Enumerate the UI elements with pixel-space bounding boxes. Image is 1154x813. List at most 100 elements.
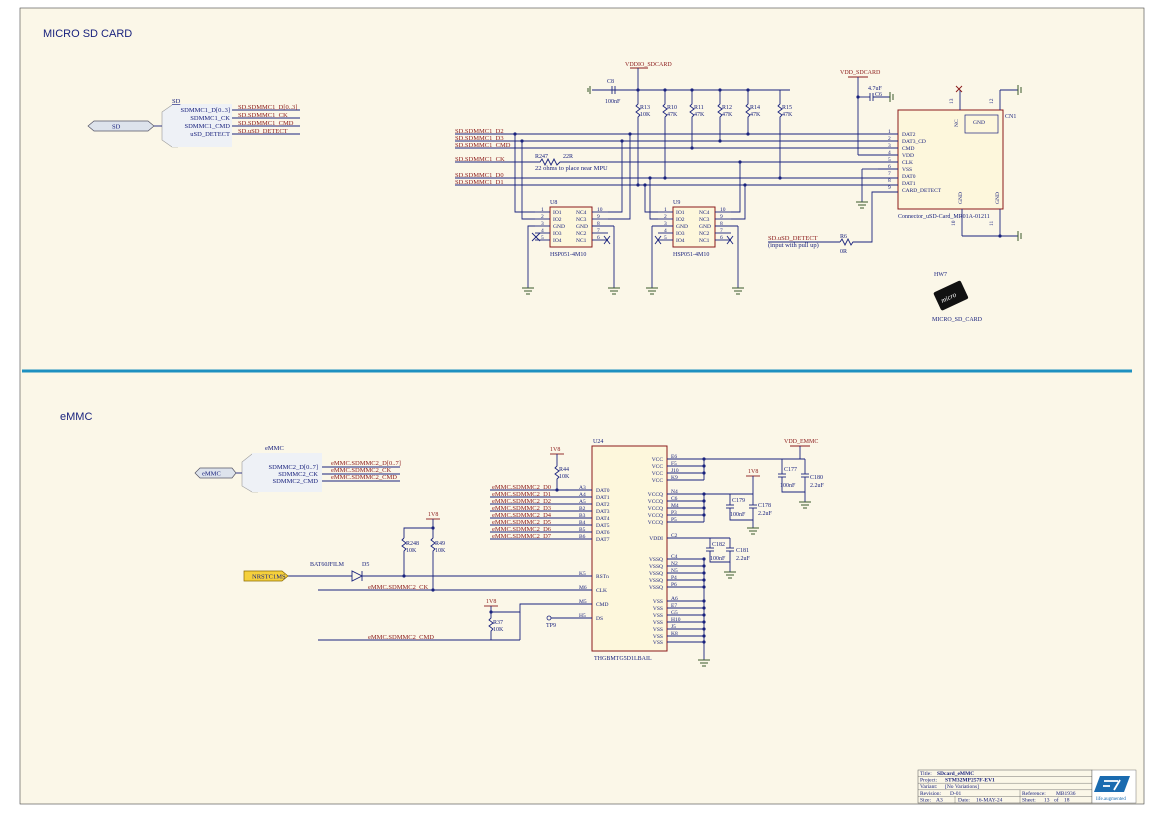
sd-block-pin-0: SDMMC1_D[0..3]	[181, 107, 230, 114]
sd-block-pin-2: SDMMC1_CMD	[184, 123, 230, 130]
emmc-block-title: eMMC	[265, 445, 284, 452]
svg-text:GND: GND	[699, 224, 711, 230]
svg-text:1V8: 1V8	[486, 599, 496, 605]
hw7-label: MICRO_SD_CARD	[932, 317, 983, 323]
svg-text:IO4: IO4	[676, 238, 685, 244]
svg-text:of: of	[1054, 796, 1059, 803]
svg-text:[No Variations]: [No Variations]	[945, 784, 979, 790]
u24-left-pin-2: DAT2	[596, 502, 610, 508]
cn1-part: Connector_uSD-Card_MR01A-01211	[898, 214, 990, 220]
cn1-gnd-bl: GND	[958, 192, 964, 204]
sd-block-net-3: SD.uSD_DETECT	[238, 128, 288, 135]
svg-text:GND: GND	[576, 224, 588, 230]
svg-text:IO3: IO3	[676, 231, 685, 237]
svg-text:C178: C178	[758, 503, 771, 509]
svg-text:12: 12	[989, 98, 995, 104]
svg-text:10K: 10K	[406, 548, 417, 554]
u8-part: HSP051-4M10	[550, 252, 586, 258]
svg-text:100nF: 100nF	[710, 556, 726, 562]
detect-net-note: (input with pull up)	[768, 242, 819, 249]
svg-text:CARD_DETECT: CARD_DETECT	[902, 188, 942, 194]
u24-right-pin-12: VSSQ	[649, 571, 663, 577]
svg-text:10K: 10K	[493, 627, 504, 633]
svg-text:IO2: IO2	[676, 217, 685, 223]
svg-text:NC1: NC1	[699, 238, 710, 244]
title-block: Title: SDcard_eMMC Project: STM32MP257F-…	[917, 769, 1137, 803]
svg-text:47K: 47K	[722, 112, 733, 118]
u24-right-pin-2: VCC	[652, 471, 664, 477]
micro-sd-section-title: MICRO SD CARD	[43, 28, 132, 40]
u24-right-pin-7: VCCQ	[648, 513, 663, 519]
svg-text:NC4: NC4	[576, 210, 587, 216]
u24-right-pin-19: VSS	[653, 627, 663, 633]
svg-text:Date:: Date:	[958, 797, 970, 803]
cn1-gnd-top: GND	[973, 120, 985, 126]
svg-text:MB1936: MB1936	[1056, 791, 1076, 797]
svg-text:IO3: IO3	[553, 231, 562, 237]
schematic-sheet: MICRO SD CARD eMMC SD SDMMC1_D[0..3] SDM…	[0, 0, 1154, 813]
emmc-block-net-1: eMMC.SDMMC2_CK	[331, 467, 391, 474]
u24-right-pin-5: VCCQ	[648, 499, 663, 505]
st-logo-tagline: life.augmented	[1096, 797, 1126, 802]
u24-right-pin-16: VSS	[653, 606, 663, 612]
svg-text:10K: 10K	[559, 474, 570, 480]
svg-text:R14: R14	[750, 105, 760, 111]
svg-text:GND: GND	[676, 224, 688, 230]
u24-left-pin-1: DAT1	[596, 495, 610, 501]
svg-text:47K: 47K	[782, 112, 793, 118]
u24-ref: U24	[593, 439, 603, 445]
svg-text:DAT2: DAT2	[902, 132, 916, 138]
svg-text:1V8: 1V8	[748, 469, 758, 475]
svg-text:C179: C179	[732, 498, 745, 504]
svg-text:VDD: VDD	[902, 153, 914, 159]
r247-note: 22 ohms to place near MPU	[535, 165, 608, 172]
vddio-label: VDDIO_SDCARD	[625, 62, 672, 68]
emmc-block-pin-0: SDMMC2_D[0..7]	[269, 464, 318, 471]
u24-right-pin-11: VSSQ	[649, 564, 663, 570]
svg-text:13: 13	[949, 98, 955, 104]
u24-right-pin-18: VSS	[653, 620, 663, 626]
svg-text:NC1: NC1	[576, 238, 587, 244]
svg-text:A3: A3	[936, 797, 943, 803]
u24-right-pin-13: VSSQ	[649, 578, 663, 584]
emmc-port-label: eMMC	[202, 471, 221, 478]
emmc-block-net-2: eMMC.SDMMC2_CMD	[331, 474, 397, 481]
u9-ref: U9	[673, 200, 680, 206]
svg-text:NC3: NC3	[699, 217, 710, 223]
svg-text:IO2: IO2	[553, 217, 562, 223]
svg-text:R10: R10	[667, 105, 677, 111]
svg-text:C182: C182	[712, 542, 725, 548]
u24-right-pin-10: VSSQ	[649, 557, 663, 563]
u24-right-pin-8: VCCQ	[648, 520, 663, 526]
svg-text:Revision:: Revision:	[920, 791, 942, 797]
svg-text:R49: R49	[435, 541, 445, 547]
u24-right-pin-0: VCC	[652, 457, 664, 463]
svg-text:DAT0: DAT0	[902, 174, 916, 180]
svg-text:DAT1: DAT1	[902, 181, 916, 187]
svg-text:1V8: 1V8	[428, 512, 438, 518]
sd-block-net-1: SD.SDMMC1_CK	[238, 112, 288, 119]
cn1-nc: NC	[954, 119, 960, 127]
svg-text:NC3: NC3	[576, 217, 587, 223]
svg-text:IO1: IO1	[676, 210, 685, 216]
svg-text:9: 9	[888, 185, 891, 191]
sd-block-title: SD	[172, 98, 181, 105]
u24-right-pin-4: VCCQ	[648, 492, 663, 498]
svg-text:NC4: NC4	[699, 210, 710, 216]
svg-text:2.2uF: 2.2uF	[810, 483, 825, 489]
svg-text:IO4: IO4	[553, 238, 562, 244]
detect-net-label: SD.uSD_DETECT	[768, 235, 818, 242]
svg-text:C180: C180	[810, 475, 823, 481]
emmc-section-title: eMMC	[60, 411, 92, 423]
u24-right-pin-21: VSS	[653, 640, 663, 646]
svg-text:2.2uF: 2.2uF	[758, 511, 773, 517]
u24-left-pin-11: DS	[596, 616, 603, 622]
svg-text:Variant:: Variant:	[920, 784, 938, 790]
svg-text:CLK: CLK	[902, 160, 913, 166]
u24-left-pin-10: CMD	[596, 602, 609, 608]
st-logo: life.augmented	[1094, 776, 1130, 802]
c6-ref: C6	[875, 92, 882, 98]
sd-port[interactable]	[87, 120, 155, 132]
svg-text:R248: R248	[406, 541, 419, 547]
u24-right-pin-17: VSS	[653, 613, 663, 619]
